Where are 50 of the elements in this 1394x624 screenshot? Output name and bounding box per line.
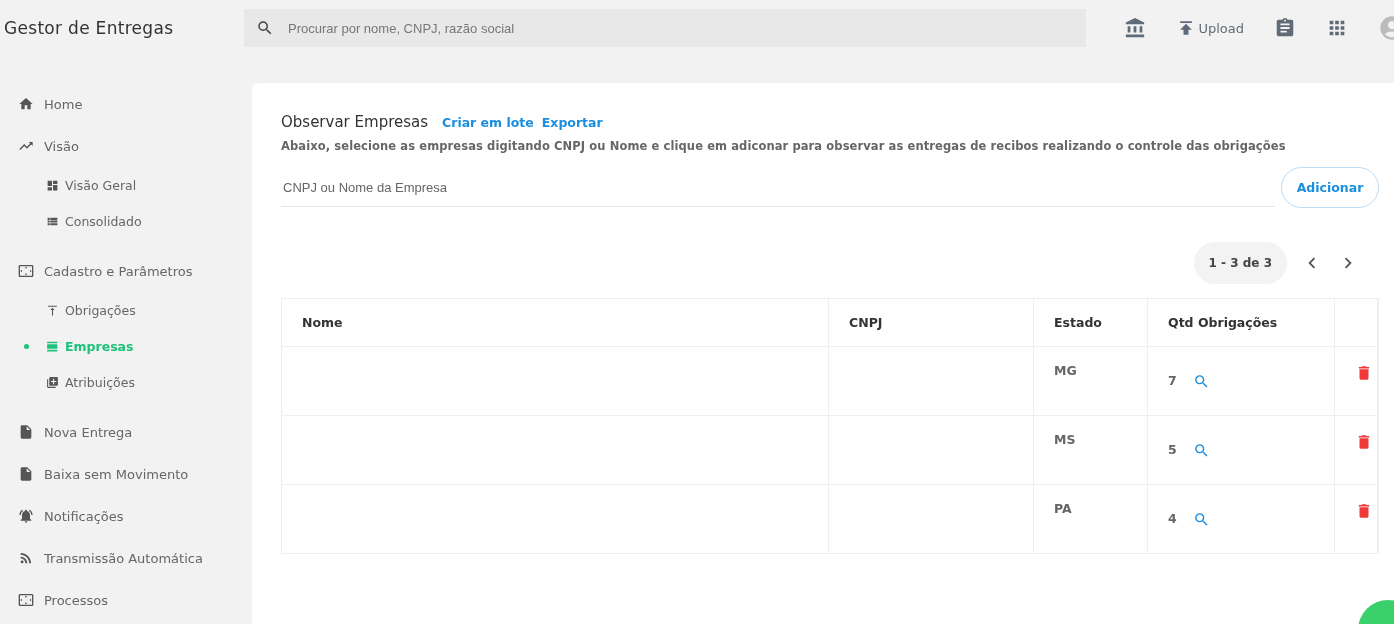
sidebar-item[interactable]: Notificações — [0, 495, 252, 537]
page-title: Observar Empresas — [281, 113, 429, 131]
frame-icon — [18, 592, 34, 608]
sidebar-subitem[interactable]: Visão Geral — [0, 167, 252, 203]
sidebar-item[interactable]: Transmissão Automática — [0, 537, 252, 579]
link[interactable]: Exportar — [541, 115, 603, 130]
sidebar-subitem[interactable]: Atribuições — [0, 364, 252, 400]
sidebar-subitem[interactable]: Obrigações — [0, 292, 252, 328]
dashboard-icon — [46, 178, 59, 192]
column-header: Estado — [1034, 299, 1148, 347]
search-icon[interactable] — [1192, 373, 1210, 390]
quantity-text: 7 — [1168, 373, 1177, 388]
sidebar-item[interactable]: Cadastro e Parâmetros — [0, 250, 252, 292]
list-icon — [46, 339, 59, 353]
column-header: Nome — [282, 299, 829, 347]
search-icon[interactable] — [1192, 442, 1210, 459]
clipboard-icon[interactable] — [1274, 17, 1296, 39]
document-icon — [18, 424, 34, 440]
sidebar-item[interactable]: Visão — [0, 125, 252, 167]
state-text: MS — [1054, 432, 1076, 447]
bell-icon — [18, 508, 34, 524]
search-input[interactable]: Procurar por nome, CNPJ, razão social — [286, 19, 1086, 37]
active-dot — [24, 343, 29, 349]
column-header: Qtd Obrigações — [1148, 299, 1335, 347]
upload-arrow-icon — [46, 303, 59, 317]
search-icon[interactable] — [1192, 511, 1210, 528]
bank-icon[interactable] — [1124, 17, 1147, 39]
column-header: CNPJ — [829, 299, 1034, 347]
home-icon — [18, 96, 34, 112]
sidebar-subitem[interactable]: Consolidado — [0, 203, 252, 239]
document-icon — [18, 466, 34, 482]
sidebar-item[interactable]: Nova Entrega — [0, 411, 252, 453]
quantity-text: 5 — [1168, 442, 1177, 457]
add-button[interactable]: Adicionar — [1281, 167, 1379, 208]
quantity-text: 4 — [1168, 511, 1177, 526]
rss-icon — [18, 550, 34, 566]
sidebar-item[interactable]: Baixa sem Movimento — [0, 453, 252, 495]
upload-button[interactable]: Upload — [1176, 18, 1244, 38]
state-text: MG — [1054, 363, 1077, 378]
search-field[interactable]: Procurar por nome, CNPJ, razão social — [244, 9, 1086, 47]
search-icon — [256, 19, 274, 37]
sidebar-item[interactable]: Home — [0, 83, 252, 125]
frame-icon — [18, 263, 34, 279]
pagination-range: 1 - 3 de 3 — [1193, 242, 1287, 284]
state-text: PA — [1054, 501, 1072, 516]
link[interactable]: Criar em lote — [442, 115, 534, 130]
description: Abaixo, selecione as empresas digitando CNPJ ou Nome e clique em adiconar para observar as entregas de recibos realizando o controle das obrigações — [281, 139, 1287, 153]
sidebar-item[interactable]: Processos — [0, 579, 252, 621]
app-title: Gestor de Entregas — [3, 18, 175, 38]
library-add-icon — [46, 375, 59, 389]
